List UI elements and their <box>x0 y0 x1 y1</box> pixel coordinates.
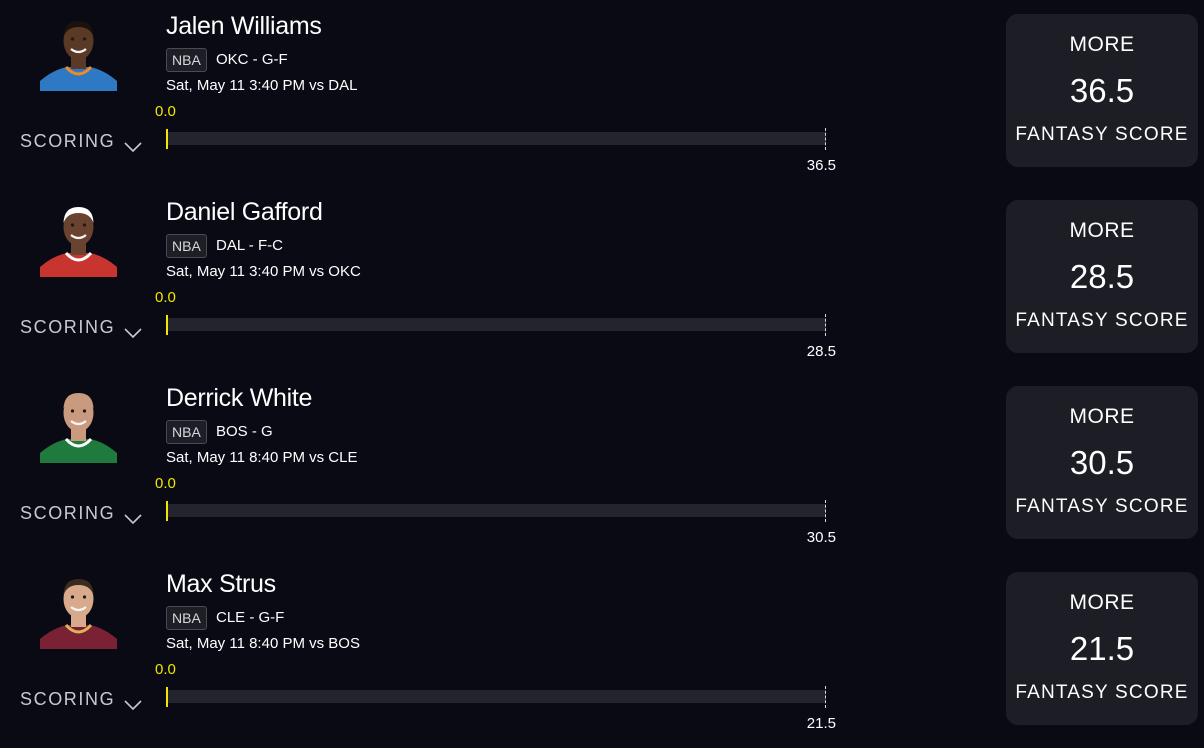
player-avatar <box>40 569 117 649</box>
league-badge: NBA <box>166 606 207 630</box>
progress-current-marker <box>166 129 168 149</box>
projection-line: 21.5 <box>1069 630 1135 667</box>
projection-target-label: 36.5 <box>806 157 836 174</box>
player-row: Daniel Gafford NBA DAL - F-C Sat, May 11… <box>0 186 1204 372</box>
more-pick-button[interactable]: MORE 36.5 FANTASY SCORE <box>1006 14 1198 167</box>
pick-direction: MORE <box>1069 405 1135 428</box>
current-stat-value: 0.0 <box>155 289 176 306</box>
current-stat-value: 0.0 <box>155 475 176 492</box>
stat-type: FANTASY SCORE <box>1015 124 1189 145</box>
scoring-dropdown[interactable]: SCORING <box>20 688 142 711</box>
progress-current-marker <box>166 687 168 707</box>
league-badge: NBA <box>166 420 207 444</box>
player-avatar <box>40 383 117 463</box>
game-info: Sat, May 11 3:40 PM vs DAL <box>166 77 358 94</box>
progress-track <box>166 318 826 331</box>
scoring-label: SCORING <box>20 130 116 151</box>
scoring-label: SCORING <box>20 316 116 337</box>
progress-track <box>166 504 826 517</box>
current-stat-value: 0.0 <box>155 103 176 120</box>
game-info: Sat, May 11 8:40 PM vs BOS <box>166 635 360 652</box>
chevron-down-icon <box>124 508 142 525</box>
current-stat-value: 0.0 <box>155 661 176 678</box>
player-row: Max Strus NBA CLE - G-F Sat, May 11 8:40… <box>0 558 1204 744</box>
progress-current-marker <box>166 501 168 521</box>
chevron-down-icon <box>124 322 142 339</box>
team-position: DAL - F-C <box>216 237 283 254</box>
progress-target-marker <box>825 314 826 336</box>
stat-type: FANTASY SCORE <box>1015 682 1189 703</box>
scoring-dropdown[interactable]: SCORING <box>20 130 142 153</box>
more-pick-button[interactable]: MORE 30.5 FANTASY SCORE <box>1006 386 1198 539</box>
player-name: Derrick White <box>166 384 313 412</box>
progress-target-marker <box>825 128 826 150</box>
progress-track <box>166 132 826 145</box>
progress-current-marker <box>166 315 168 335</box>
league-badge: NBA <box>166 234 207 258</box>
progress-track <box>166 690 826 703</box>
projection-target-label: 28.5 <box>806 343 836 360</box>
scoring-dropdown[interactable]: SCORING <box>20 316 142 339</box>
player-avatar <box>40 11 117 91</box>
more-pick-button[interactable]: MORE 28.5 FANTASY SCORE <box>1006 200 1198 353</box>
pick-direction: MORE <box>1069 219 1135 242</box>
pick-direction: MORE <box>1069 33 1135 56</box>
player-name: Max Strus <box>166 570 276 598</box>
stat-type: FANTASY SCORE <box>1015 310 1189 331</box>
more-pick-button[interactable]: MORE 21.5 FANTASY SCORE <box>1006 572 1198 725</box>
player-name: Jalen Williams <box>166 12 322 40</box>
projection-line: 36.5 <box>1069 72 1135 109</box>
team-position: OKC - G-F <box>216 51 288 68</box>
league-badge: NBA <box>166 48 207 72</box>
game-info: Sat, May 11 3:40 PM vs OKC <box>166 263 361 280</box>
stat-type: FANTASY SCORE <box>1015 496 1189 517</box>
player-avatar <box>40 197 117 277</box>
projection-line: 30.5 <box>1069 444 1135 481</box>
team-position: BOS - G <box>216 423 273 440</box>
player-name: Daniel Gafford <box>166 198 323 226</box>
projection-line: 28.5 <box>1069 258 1135 295</box>
player-row: Derrick White NBA BOS - G Sat, May 11 8:… <box>0 372 1204 558</box>
team-position: CLE - G-F <box>216 609 285 626</box>
game-info: Sat, May 11 8:40 PM vs CLE <box>166 449 358 466</box>
player-row: Jalen Williams NBA OKC - G-F Sat, May 11… <box>0 0 1204 186</box>
scoring-label: SCORING <box>20 688 116 709</box>
chevron-down-icon <box>124 694 142 711</box>
projection-target-label: 30.5 <box>806 529 836 546</box>
pick-direction: MORE <box>1069 591 1135 614</box>
scoring-label: SCORING <box>20 502 116 523</box>
progress-target-marker <box>825 500 826 522</box>
scoring-dropdown[interactable]: SCORING <box>20 502 142 525</box>
progress-target-marker <box>825 686 826 708</box>
chevron-down-icon <box>124 136 142 153</box>
projection-target-label: 21.5 <box>806 715 836 732</box>
